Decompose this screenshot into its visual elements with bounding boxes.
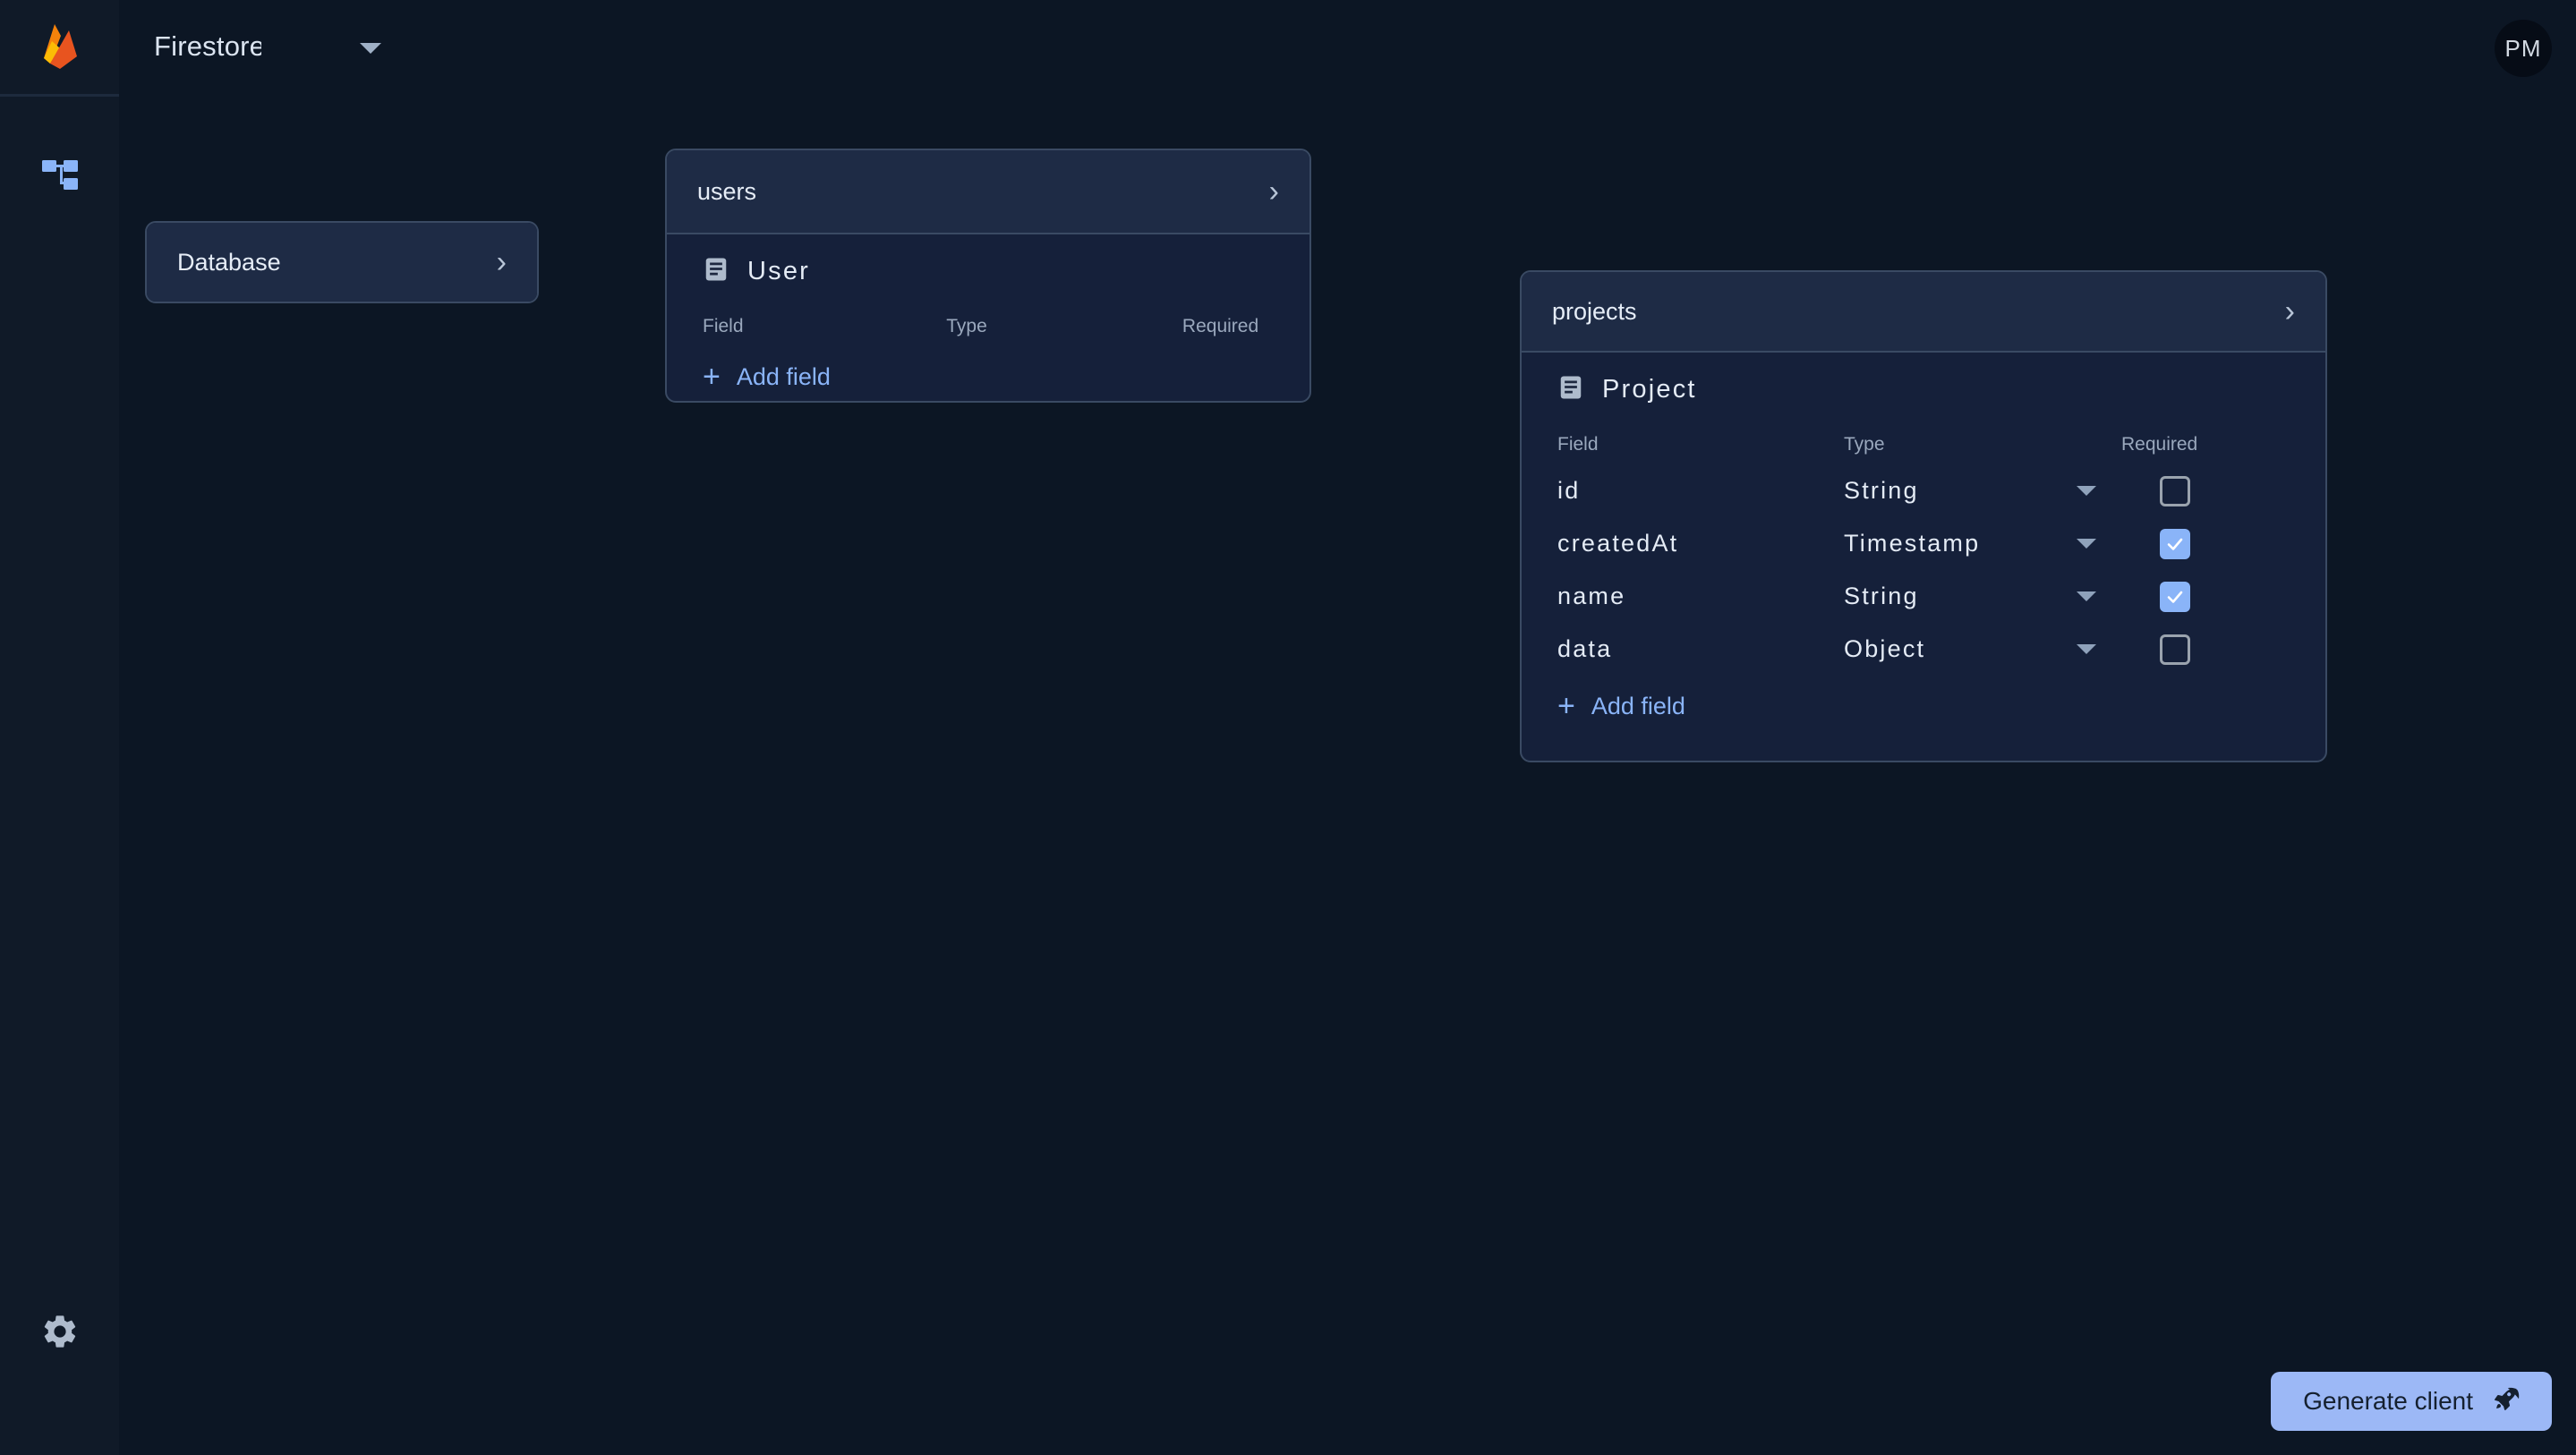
- chevron-right-icon[interactable]: ›: [2285, 296, 2295, 327]
- table-row[interactable]: name String: [1522, 570, 2325, 623]
- plus-icon: +: [703, 360, 721, 394]
- required-checkbox-cell[interactable]: [2121, 634, 2229, 665]
- fields-table-projects: Field Type Required id String createdAt: [1522, 425, 2325, 676]
- node-database[interactable]: Database ›: [145, 221, 539, 303]
- column-header-type: Type: [946, 316, 987, 336]
- chevron-down-icon[interactable]: [2077, 486, 2096, 496]
- chevron-down-icon[interactable]: [2077, 539, 2096, 549]
- generate-client-button[interactable]: Generate client: [2271, 1372, 2552, 1431]
- field-type-select[interactable]: Object: [1844, 635, 2121, 663]
- field-name: id: [1557, 477, 1581, 504]
- document-projects-name: Project: [1602, 375, 1697, 404]
- column-header-field: Field: [703, 316, 744, 336]
- required-checkbox-cell[interactable]: [2121, 528, 2229, 559]
- required-checkbox[interactable]: [2160, 528, 2190, 559]
- chevron-down-icon[interactable]: [360, 43, 381, 54]
- sidebar-item-schema[interactable]: [0, 137, 119, 217]
- chevron-down-icon[interactable]: [2077, 644, 2096, 654]
- node-users-title: users: [697, 177, 757, 205]
- field-name: data: [1557, 635, 1613, 662]
- document-projects-row: Project: [1522, 374, 2325, 405]
- brand-cell: [0, 0, 119, 97]
- column-header-type: Type: [1844, 434, 1885, 455]
- node-database-header[interactable]: Database ›: [147, 223, 537, 302]
- fields-table-users: Field Type Required: [667, 307, 1309, 346]
- field-type-value: String: [1844, 477, 1919, 504]
- document-users-name: User: [747, 257, 811, 285]
- add-field-label: Add field: [1591, 692, 1685, 719]
- avatar[interactable]: PM: [2495, 20, 2552, 77]
- node-projects-title: projects: [1552, 297, 1637, 325]
- node-users-header[interactable]: users ›: [667, 150, 1309, 233]
- node-users-body: User Field Type Required + Add field: [667, 234, 1309, 401]
- field-type-value: Timestamp: [1844, 530, 1981, 557]
- document-icon: [1557, 374, 1584, 405]
- field-type-select[interactable]: Timestamp: [1844, 530, 2121, 557]
- left-rail: [0, 97, 119, 1455]
- table-row[interactable]: createdAt Timestamp: [1522, 517, 2325, 570]
- field-type-value: Object: [1844, 635, 1926, 662]
- required-checkbox[interactable]: [2160, 634, 2190, 665]
- column-header-field: Field: [1557, 434, 1599, 455]
- field-type-select[interactable]: String: [1844, 477, 2121, 505]
- page-title: FirestoreModeler: [154, 30, 261, 62]
- node-projects[interactable]: projects › Project Field Type Required i…: [1520, 270, 2327, 762]
- plus-icon: +: [1557, 689, 1575, 723]
- node-projects-header[interactable]: projects ›: [1522, 272, 2325, 351]
- add-field-button-projects[interactable]: + Add field: [1522, 681, 2325, 731]
- table-row[interactable]: id String: [1522, 464, 2325, 517]
- diagram-canvas[interactable]: Database › users › User Field Type Requi…: [119, 97, 2576, 1455]
- column-header-required: Required: [1181, 316, 1259, 336]
- field-name: createdAt: [1557, 530, 1679, 557]
- document-icon: [703, 256, 729, 287]
- field-name: name: [1557, 583, 1626, 609]
- column-header-required: Required: [2121, 434, 2198, 455]
- top-bar: FirestoreModeler PM: [0, 0, 2576, 97]
- rocket-icon: [2493, 1385, 2520, 1418]
- account-tree-icon: [41, 157, 79, 199]
- chevron-down-icon[interactable]: [2077, 591, 2096, 601]
- document-users-row: User: [667, 256, 1309, 287]
- field-type-value: String: [1844, 583, 1919, 609]
- add-field-button-users[interactable]: + Add field: [667, 352, 1309, 401]
- table-row[interactable]: data Object: [1522, 623, 2325, 676]
- firebase-logo-icon: [39, 21, 81, 76]
- field-type-select[interactable]: String: [1844, 583, 2121, 610]
- node-database-title: Database: [177, 248, 281, 276]
- avatar-initials: PM: [2504, 34, 2542, 62]
- sidebar-item-settings[interactable]: [0, 1293, 119, 1374]
- generate-client-label: Generate client: [2303, 1387, 2473, 1415]
- gear-icon: [40, 1312, 80, 1356]
- required-checkbox-cell[interactable]: [2121, 475, 2229, 506]
- node-projects-body: Project Field Type Required id String cr…: [1522, 353, 2325, 753]
- required-checkbox-cell[interactable]: [2121, 581, 2229, 612]
- chevron-right-icon[interactable]: ›: [497, 247, 507, 277]
- add-field-label: Add field: [736, 362, 831, 390]
- required-checkbox[interactable]: [2160, 475, 2190, 506]
- node-users[interactable]: users › User Field Type Required + Add f…: [665, 149, 1311, 403]
- required-checkbox[interactable]: [2160, 581, 2190, 612]
- table-header-row: Field Type Required: [1522, 425, 2325, 464]
- table-header-row: Field Type Required: [667, 307, 1309, 346]
- chevron-right-icon[interactable]: ›: [1269, 176, 1279, 207]
